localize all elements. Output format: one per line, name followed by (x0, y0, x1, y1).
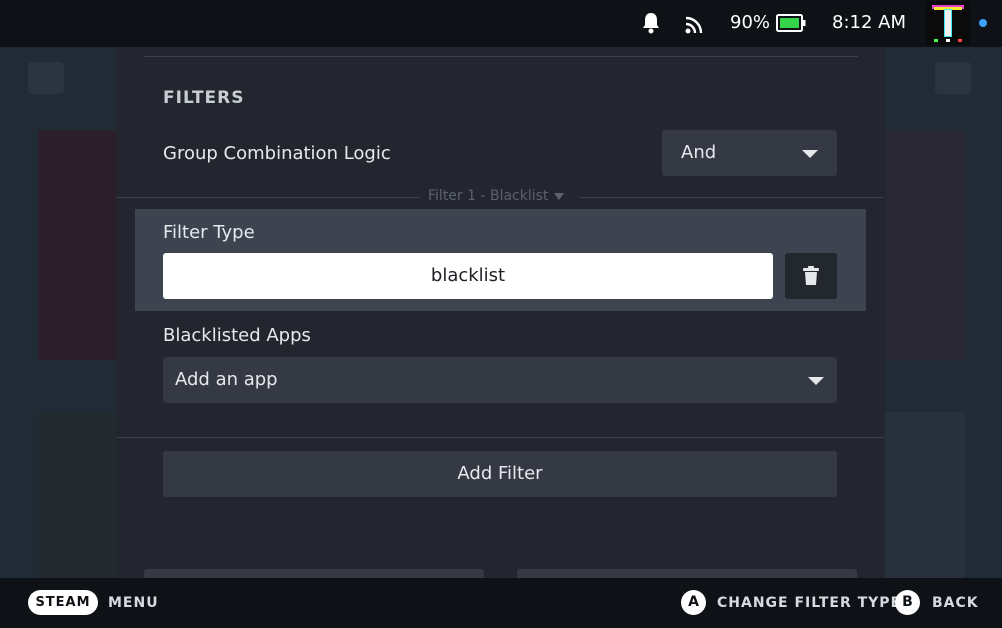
delete-filter-button[interactable] (785, 253, 837, 299)
steam-button[interactable]: STEAM (28, 590, 98, 615)
filter-type-field[interactable]: blacklist (163, 253, 773, 299)
section-divider (116, 437, 884, 438)
section-title: FILTERS (163, 88, 245, 108)
back-hint: BACK (932, 595, 979, 611)
background-nav-button (28, 62, 64, 94)
add-app-dropdown[interactable]: Add an app (163, 357, 837, 403)
clock-time: 8:12 AM (832, 12, 906, 33)
filter-divider-right (579, 197, 884, 198)
change-filter-type-hint: CHANGE FILTER TYPE (717, 595, 902, 611)
battery-icon[interactable] (776, 14, 806, 32)
filter-1-header-label: Filter 1 - Blacklist (428, 188, 549, 204)
trash-icon (803, 266, 819, 285)
notification-bell-icon[interactable] (640, 11, 662, 35)
group-logic-label: Group Combination Logic (163, 143, 391, 164)
add-app-placeholder: Add an app (175, 369, 278, 390)
a-button-icon[interactable]: A (681, 590, 706, 615)
collapse-triangle-icon (554, 192, 565, 200)
background-game-art (885, 412, 965, 578)
b-button-icon[interactable]: B (895, 590, 920, 615)
filter-1-header[interactable]: Filter 1 - Blacklist (428, 188, 565, 204)
background-game-art (38, 412, 116, 578)
add-filter-button[interactable]: Add Filter (163, 451, 837, 497)
chevron-down-icon (802, 150, 818, 158)
controller-hints-bar: STEAM MENU A CHANGE FILTER TYPE B BACK (0, 578, 1002, 628)
online-status-dot (979, 19, 987, 27)
group-logic-selected: And (681, 142, 717, 163)
background-game-art (38, 130, 116, 360)
status-bar: 90% 8:12 AM (0, 0, 1002, 47)
filters-panel: FILTERS Group Combination Logic And Filt… (116, 47, 884, 581)
background-nav-button (935, 62, 971, 94)
menu-hint: MENU (108, 595, 159, 611)
panel-top-divider (144, 56, 858, 57)
battery-percent: 90% (730, 12, 771, 33)
avatar-t-icon (932, 5, 964, 42)
network-icon[interactable] (683, 12, 707, 36)
background-game-art (885, 130, 965, 360)
group-logic-dropdown[interactable]: And (662, 130, 837, 176)
chevron-down-icon (808, 377, 824, 385)
background-left-column (0, 47, 116, 578)
background-right-column (885, 47, 1002, 578)
blacklisted-apps-label: Blacklisted Apps (163, 325, 311, 346)
filter-divider-left (116, 197, 420, 198)
filter-type-label: Filter Type (163, 222, 255, 243)
avatar[interactable] (926, 1, 970, 45)
